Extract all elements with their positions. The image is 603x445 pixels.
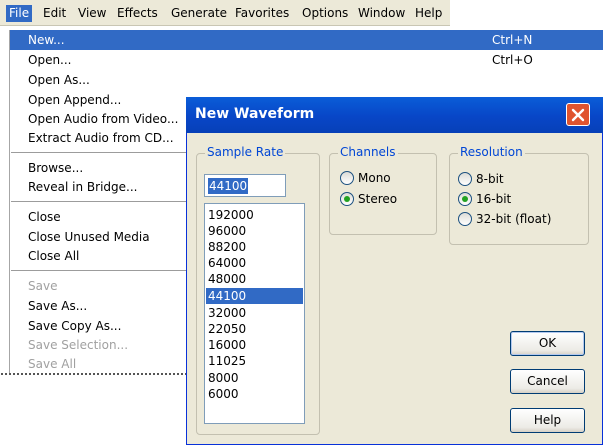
menu-item-open[interactable]: Open... Ctrl+O	[10, 50, 603, 70]
menu-edit[interactable]: Edit	[40, 5, 69, 22]
help-button[interactable]: Help	[510, 408, 585, 433]
close-button[interactable]	[566, 103, 590, 126]
list-item[interactable]: 48000	[206, 271, 303, 287]
list-item[interactable]: 11025	[206, 353, 303, 369]
menu-item-shortcut: Ctrl+N	[492, 33, 533, 47]
list-item[interactable]: 192000	[206, 207, 303, 223]
menu-favorites[interactable]: Favorites	[232, 5, 292, 22]
list-item[interactable]: 6000	[206, 386, 303, 402]
cancel-button[interactable]: Cancel	[510, 369, 585, 394]
list-item[interactable]: 22050	[206, 321, 303, 337]
sample-rate-list[interactable]: 192000 96000 88200 64000 48000 44100 320…	[204, 203, 305, 424]
menu-help[interactable]: Help	[412, 5, 445, 22]
list-item[interactable]: 32000	[206, 305, 303, 321]
sample-rate-legend: Sample Rate	[205, 145, 286, 159]
radio-label: 8-bit	[476, 172, 504, 186]
menu-item-new[interactable]: New... Ctrl+N	[10, 30, 603, 50]
list-item[interactable]: 16000	[206, 337, 303, 353]
resolution-legend: Resolution	[458, 145, 525, 159]
menu-options[interactable]: Options	[299, 5, 351, 22]
radio-button-icon	[458, 172, 472, 186]
radio-label: 16-bit	[476, 192, 512, 206]
menu-item-label: Open...	[28, 53, 72, 67]
menu-window[interactable]: Window	[355, 5, 408, 22]
close-icon	[571, 108, 585, 122]
menu-item-label: New...	[28, 33, 65, 47]
list-item[interactable]: 64000	[206, 255, 303, 271]
sample-rate-value: 44100	[208, 178, 249, 194]
radio-label: Mono	[358, 171, 391, 185]
ok-button[interactable]: OK	[510, 331, 585, 356]
radio-button-checked-icon	[340, 192, 354, 206]
list-item-selected[interactable]: 44100	[206, 288, 303, 304]
radio-button-icon	[340, 171, 354, 185]
sample-rate-input[interactable]: 44100	[204, 174, 286, 197]
menu-effects[interactable]: Effects	[114, 5, 161, 22]
list-item[interactable]: 8000	[206, 370, 303, 386]
menu-file[interactable]: File	[6, 5, 33, 22]
list-item[interactable]: 88200	[206, 239, 303, 255]
menu-bar: File Edit View Effects Generate Favorite…	[0, 0, 450, 26]
dialog-title: New Waveform	[195, 106, 315, 122]
channels-legend: Channels	[338, 145, 398, 159]
menu-item-open-as[interactable]: Open As...	[10, 70, 603, 90]
radio-button-checked-icon	[458, 192, 472, 206]
channels-group: Channels Mono Stereo	[329, 145, 437, 235]
menu-item-shortcut: Ctrl+O	[492, 53, 533, 67]
resolution-group: Resolution 8-bit 16-bit 32-bit (float)	[449, 145, 589, 245]
radio-button-icon	[458, 212, 472, 226]
dialog-title-bar[interactable]: New Waveform	[186, 97, 603, 133]
menu-generate[interactable]: Generate	[168, 5, 230, 22]
new-waveform-dialog: New Waveform Sample Rate 44100 192000 96…	[186, 97, 603, 445]
list-item[interactable]: 96000	[206, 223, 303, 239]
radio-label: 32-bit (float)	[476, 212, 552, 226]
sample-rate-group: Sample Rate 44100 192000 96000 88200 640…	[196, 145, 320, 435]
menu-view[interactable]: View	[75, 5, 109, 22]
radio-label: Stereo	[358, 192, 398, 206]
menu-torn-edge	[1, 373, 191, 375]
